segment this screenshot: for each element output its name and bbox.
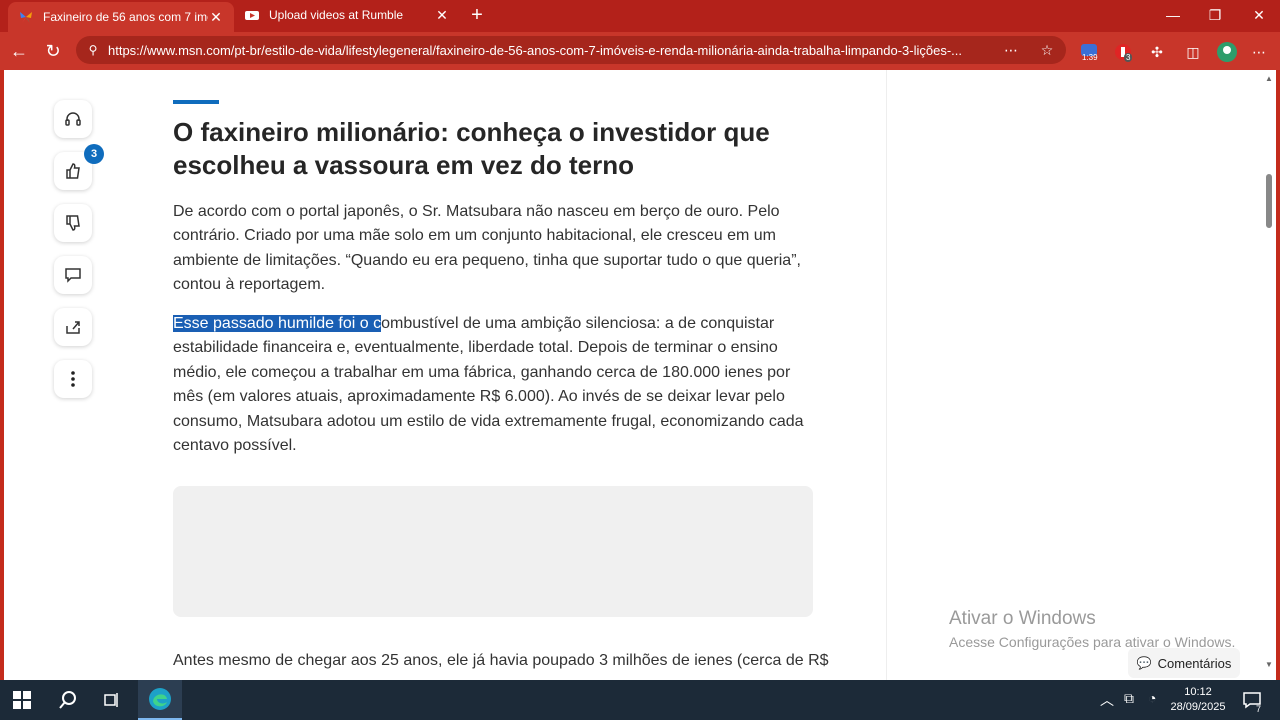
right-rail-divider (886, 70, 887, 680)
split-screen-icon[interactable]: ◫ (1182, 41, 1204, 63)
msn-butterfly-icon (20, 12, 32, 23)
scroll-down-arrow[interactable]: ▼ (1265, 660, 1273, 669)
address-bar[interactable]: ⚲ https://www.msn.com/pt-br/estilo-de-vi… (76, 36, 1066, 64)
favorite-star-icon[interactable]: ☆ (1038, 41, 1056, 59)
article-paragraph: Antes mesmo de chegar aos 25 anos, ele j… (173, 652, 829, 669)
close-tab-icon[interactable]: ✕ (434, 7, 450, 24)
tab-title: Upload videos at Rumble (269, 8, 404, 22)
tab-faxineiro[interactable]: Faxineiro de 56 anos com 7 imóve ✕ (8, 2, 234, 32)
article-paragraph: De acordo com o portal japonês, o Sr. Ma… (173, 203, 801, 294)
comments-label: Comentários (1157, 655, 1232, 671)
menu-dots-icon[interactable]: ⋯ (1248, 41, 1270, 63)
minimize-icon[interactable]: — (1152, 0, 1194, 30)
profile-avatar[interactable] (1216, 41, 1238, 63)
clock-time: 10:12 (1184, 686, 1212, 698)
windows-taskbar: ︿ ⧉ ◔ 10:12 28/09/2025 7 (0, 680, 1280, 720)
section-heading: O faxineiro milionário: conheça o invest… (173, 117, 770, 180)
notifications-icon[interactable]: 7 (1232, 680, 1272, 720)
back-icon[interactable]: ← (6, 38, 32, 64)
comments-icon: 💬 (1136, 656, 1152, 670)
scrollbar[interactable]: ▲ ▼ (1262, 70, 1276, 680)
scroll-up-arrow[interactable]: ▲ (1265, 74, 1273, 83)
extensions-puzzle-icon[interactable]: ✣ (1146, 41, 1168, 63)
selected-text[interactable]: Esse passado humilde foi o c (173, 315, 382, 332)
system-clock[interactable]: 10:12 28/09/2025 (1168, 685, 1228, 715)
search-icon[interactable] (46, 680, 90, 720)
tab-title: Faxineiro de 56 anos com 7 imóve (43, 10, 208, 24)
clock-date: 28/09/2025 (1170, 701, 1226, 713)
dislike-button[interactable] (54, 204, 92, 242)
scrollbar-thumb[interactable] (1266, 174, 1272, 228)
paragraph-text: ombustível de uma ambição silenciosa: a … (173, 315, 804, 455)
tab-rumble[interactable]: Upload videos at Rumble ✕ (234, 0, 460, 30)
edge-browser-icon[interactable] (138, 680, 182, 720)
like-count-badge: 3 (84, 144, 104, 164)
restore-icon[interactable]: ❐ (1194, 0, 1236, 30)
show-hidden-icons-chevron[interactable]: ︿ (1100, 690, 1114, 710)
device-icon[interactable]: ⧉ (1124, 690, 1134, 707)
windows-activation-watermark: Ativar o Windows Acesse Configurações pa… (949, 608, 1235, 650)
comment-icon[interactable] (54, 256, 92, 294)
new-tab-button[interactable]: + (466, 4, 488, 26)
windows-start-icon[interactable] (0, 680, 44, 720)
rumble-icon (245, 11, 259, 20)
wifi-icon[interactable]: ◔ (1148, 690, 1156, 706)
notification-count-badge: 7 (1256, 704, 1262, 714)
lock-icon[interactable]: ⚲ (84, 41, 102, 59)
extension-timer-badge: 1:39 (1082, 53, 1098, 62)
more-options-icon[interactable] (54, 360, 92, 398)
share-icon[interactable] (54, 308, 92, 346)
refresh-icon[interactable]: ↻ (40, 38, 66, 64)
task-view-icon[interactable] (90, 680, 134, 720)
browser-toolbar: ← ↻ ⚲ https://www.msn.com/pt-br/estilo-d… (0, 32, 1280, 70)
comments-button[interactable]: 💬 Comentários (1128, 648, 1240, 678)
tab-strip: Faxineiro de 56 anos com 7 imóve ✕ Uploa… (0, 0, 1280, 32)
ad-placeholder (173, 486, 813, 617)
close-window-icon[interactable]: ✕ (1238, 0, 1280, 30)
like-button[interactable]: 3 (54, 144, 104, 190)
reading-mode-icon[interactable]: ⋯ (1002, 41, 1020, 59)
extension-adblock-icon[interactable]: 3 (1112, 41, 1134, 63)
section-accent-bar (173, 100, 219, 104)
article-paragraph: Esse passado humilde foi o combustível d… (173, 312, 818, 458)
listen-headphones-icon[interactable] (54, 100, 92, 138)
watermark-title: Ativar o Windows (949, 608, 1096, 629)
extension-timer-icon[interactable]: 1:39 (1078, 41, 1100, 63)
url-text[interactable]: https://www.msn.com/pt-br/estilo-de-vida… (108, 43, 988, 58)
web-page: 3 O faxineiro milionário: conheça o inve… (4, 70, 1276, 680)
close-tab-icon[interactable]: ✕ (208, 9, 224, 26)
